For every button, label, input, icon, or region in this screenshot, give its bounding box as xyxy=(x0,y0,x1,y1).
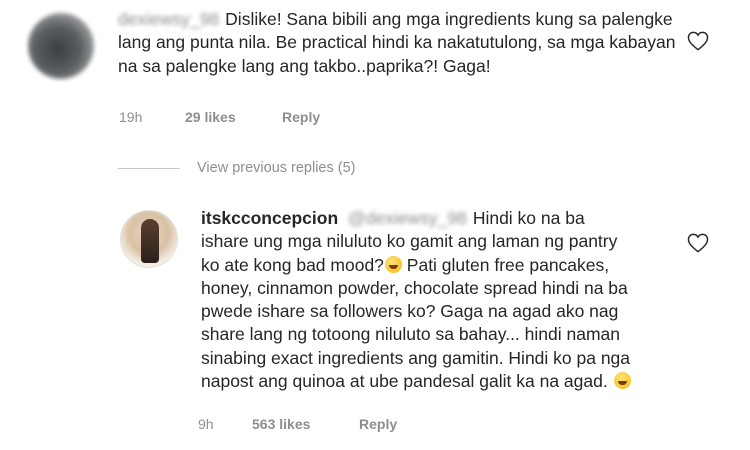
comment-2-body: itskcconcepcion @dexiewsy_98 Hindi ko na … xyxy=(201,207,631,393)
avatar-blurred[interactable] xyxy=(28,13,94,79)
mention-blurred[interactable]: @dexiewsy_98 xyxy=(348,207,467,230)
heart-outline-icon[interactable] xyxy=(687,31,709,51)
comment-2-meta: 9h 563 likes Reply xyxy=(198,416,397,432)
username-blurred[interactable]: dexiewsy_98 xyxy=(118,8,219,31)
grinning-emoji-icon xyxy=(613,372,631,390)
view-previous-replies-link[interactable]: View previous replies (5) xyxy=(118,160,356,176)
comment-2-likes[interactable]: 563 likes xyxy=(252,416,359,432)
comment-1-time: 19h xyxy=(119,109,143,125)
avatar-figure xyxy=(141,219,159,263)
comment-2-time: 9h xyxy=(198,416,214,432)
view-previous-replies-label[interactable]: View previous replies (5) xyxy=(197,160,356,176)
comment-1-body: dexiewsy_98 Dislike! Sana bibili ang mga … xyxy=(118,8,678,78)
comment-2-reply-button[interactable]: Reply xyxy=(359,416,397,432)
comment-1-reply-button[interactable]: Reply xyxy=(282,109,320,125)
comment-1-meta: 19h 29 likes Reply xyxy=(119,109,320,125)
heart-outline-icon[interactable] xyxy=(687,233,709,253)
comment-2-text-part2: Pati gluten free pancakes, honey, cinnam… xyxy=(201,254,631,392)
comment-1-likes[interactable]: 29 likes xyxy=(185,109,282,125)
avatar-itskcconcepcion[interactable] xyxy=(120,210,178,268)
username-link[interactable]: itskcconcepcion xyxy=(201,208,338,228)
replies-divider-line xyxy=(118,167,180,169)
grinning-emoji-icon xyxy=(384,255,402,273)
